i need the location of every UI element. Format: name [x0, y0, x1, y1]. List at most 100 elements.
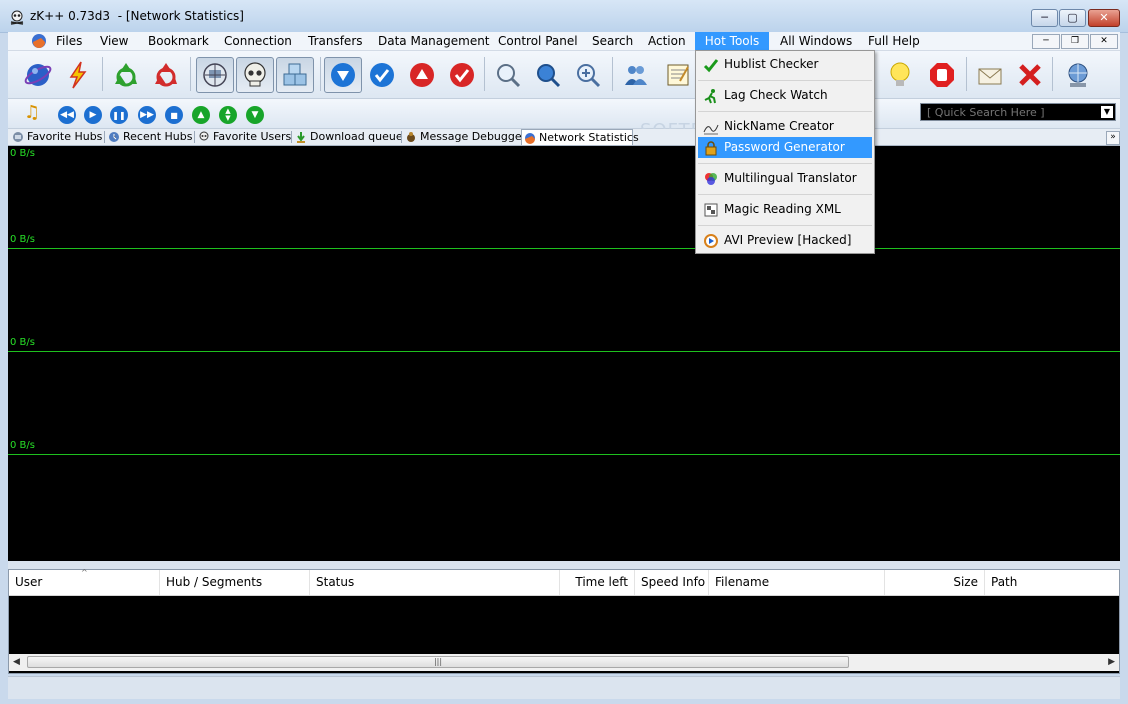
scrollbar-thumb[interactable]: ||| [27, 656, 849, 668]
tab-recent-hubs[interactable]: Recent Hubs [106, 129, 192, 145]
menu-bar: Files View Bookmark Connection Transfers… [8, 32, 1120, 51]
minimize-button[interactable]: ─ [1031, 9, 1058, 27]
column-speed-info[interactable]: Speed Info [635, 570, 709, 595]
quick-search-box[interactable]: ▼ [920, 103, 1116, 121]
menu-connection[interactable]: Connection [224, 32, 292, 50]
download-icon[interactable] [324, 57, 362, 93]
runner-icon [704, 89, 716, 104]
menu-transfers[interactable]: Transfers [308, 32, 363, 50]
maximize-button[interactable]: ▢ [1059, 9, 1086, 27]
tab-download-queue[interactable]: Download queue [293, 129, 403, 145]
network-icon[interactable] [196, 57, 234, 93]
tab-network-statistics[interactable]: Network Statistics [521, 129, 639, 145]
up-icon[interactable]: ▲ [192, 106, 210, 124]
close-button[interactable]: ✕ [1088, 9, 1120, 27]
mdi-minimize-button[interactable]: ─ [1032, 34, 1060, 49]
favorite-users-icon [199, 131, 209, 141]
tab-favorite-hubs[interactable]: Favorite Hubs [10, 129, 102, 145]
chart-gridline [8, 248, 1120, 249]
tab-label: Message Debugger [420, 130, 527, 143]
scroll-left-icon[interactable]: ◀ [13, 657, 20, 667]
menu-data-management[interactable]: Data Management [378, 32, 490, 50]
column-filename[interactable]: Filename [709, 570, 885, 595]
menu-full-help[interactable]: Full Help [868, 32, 920, 50]
search-icon[interactable] [492, 59, 524, 91]
pause-icon[interactable]: ❚❚ [110, 106, 128, 124]
search-globe-icon[interactable] [532, 59, 564, 91]
menu-item-password-generator[interactable]: Password Generator [698, 137, 872, 158]
music-note-icon[interactable]: ♫ [24, 103, 40, 123]
menu-search[interactable]: Search [592, 32, 633, 50]
notepad-icon[interactable] [662, 59, 694, 91]
play-icon[interactable]: ▶ [84, 106, 102, 124]
check-red-icon[interactable] [446, 59, 478, 91]
menu-item-label: Hublist Checker [724, 57, 819, 71]
pane-splitter[interactable] [8, 561, 1120, 569]
status-bar [8, 676, 1120, 699]
menu-control-panel[interactable]: Control Panel [498, 32, 578, 50]
quick-search-input[interactable] [923, 105, 1101, 119]
stop-icon[interactable] [926, 59, 958, 91]
menu-files[interactable]: Files [56, 32, 82, 50]
check-blue-icon[interactable] [366, 59, 398, 91]
skull-icon[interactable] [236, 57, 274, 93]
mdi-restore-button[interactable]: ❐ [1061, 34, 1089, 49]
tabs-overflow-button[interactable]: » [1106, 131, 1120, 145]
stop-icon[interactable]: ■ [165, 106, 183, 124]
menu-item-label: Magic Reading XML [724, 202, 841, 216]
column-time-left[interactable]: Time left [560, 570, 635, 595]
up-down-icon[interactable]: ▲ ▼ [219, 106, 237, 124]
upload-icon[interactable] [406, 59, 438, 91]
menu-item-multilingual-translator[interactable]: Multilingual Translator [698, 168, 872, 189]
chevron-down-icon[interactable]: ▼ [1101, 106, 1113, 118]
tab-message-debugger[interactable]: Message Debugger [403, 129, 526, 145]
tab-label: Download queue [310, 130, 403, 143]
menu-action[interactable]: Action [648, 32, 686, 50]
column-size[interactable]: Size [885, 570, 985, 595]
column-status[interactable]: Status [310, 570, 560, 595]
previous-icon[interactable]: ◀◀ [58, 106, 76, 124]
menu-item-avi-preview[interactable]: AVI Preview [Hacked] [698, 230, 872, 251]
chart-gridline [8, 454, 1120, 455]
check-green-icon [703, 59, 719, 73]
tab-favorite-users[interactable]: Favorite Users [196, 129, 291, 145]
globe-icon[interactable] [22, 59, 54, 91]
network-globe-icon[interactable] [1062, 59, 1094, 91]
recycle-green-icon[interactable] [110, 59, 142, 91]
lock-icon [705, 141, 717, 156]
boxes-icon[interactable] [276, 57, 314, 93]
menu-bookmark[interactable]: Bookmark [148, 32, 209, 50]
menu-item-nickname-creator[interactable]: NickName Creator [698, 116, 872, 137]
column-path[interactable]: Path [985, 570, 1119, 595]
zoom-icon[interactable] [572, 59, 604, 91]
scrollbar-grip: ||| [433, 657, 443, 666]
menu-hot-tools[interactable]: Hot Tools [695, 32, 769, 50]
lightning-icon[interactable] [62, 59, 94, 91]
column-hub-segments[interactable]: Hub / Segments [160, 570, 310, 595]
horizontal-scrollbar[interactable]: ◀ ||| ▶ [9, 654, 1119, 671]
next-icon[interactable]: ▶▶ [138, 106, 156, 124]
menu-view[interactable]: View [100, 32, 128, 50]
lightbulb-icon[interactable] [884, 59, 916, 91]
menu-all-windows[interactable]: All Windows [780, 32, 852, 50]
transfers-table: User ^ Hub / Segments Status Time left S… [8, 568, 1120, 674]
window-tabs: Favorite Hubs Recent Hubs Favorite Users… [8, 129, 1120, 146]
network-stats-icon [525, 133, 535, 144]
tab-label: Favorite Hubs [27, 130, 103, 143]
menu-item-magic-reading-xml[interactable]: Magic Reading XML [698, 199, 872, 220]
firefox-globe-icon[interactable] [31, 33, 47, 49]
favorite-hubs-icon [13, 132, 23, 142]
hot-tools-menu: Hublist Checker Lag Check Watch NickName… [695, 50, 875, 254]
menu-item-lag-check-watch[interactable]: Lag Check Watch [698, 85, 872, 106]
menu-item-hublist-checker[interactable]: Hublist Checker [698, 54, 872, 75]
sort-ascending-icon: ^ [81, 568, 88, 577]
mail-icon[interactable] [974, 59, 1006, 91]
close-red-icon[interactable] [1014, 59, 1046, 91]
users-icon[interactable] [620, 59, 652, 91]
title-bar[interactable]: zK++ 0.73d3 - [Network Statistics] ─ ▢ ✕ [0, 0, 1128, 33]
media-toolbar: ♫ ◀◀ ▶ ❚❚ ▶▶ ■ ▲ ▲▼ ▼ ▼ [8, 99, 1120, 129]
recycle-red-icon[interactable] [150, 59, 182, 91]
scroll-right-icon[interactable]: ▶ [1108, 657, 1115, 667]
mdi-close-button[interactable]: ✕ [1090, 34, 1118, 49]
down-icon[interactable]: ▼ [246, 106, 264, 124]
